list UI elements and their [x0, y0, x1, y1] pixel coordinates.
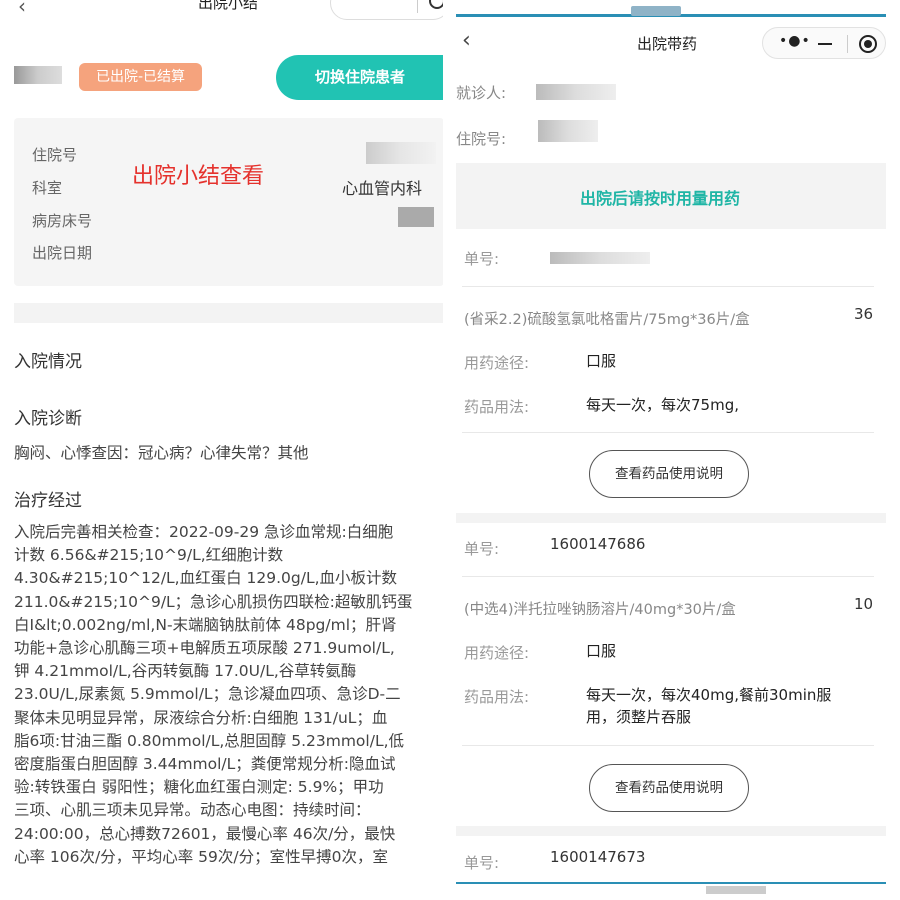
order-no-blurred — [550, 252, 650, 264]
status-badge: 已出院-已结算 — [79, 63, 202, 91]
treatment-line: 三项、心肌三项未见异常。动态心电图：持续时间： — [14, 801, 371, 820]
capsule-divider — [847, 35, 848, 53]
patient-label: 就诊人: — [456, 84, 507, 102]
more-dots-icon[interactable]: •●• — [779, 33, 811, 49]
treatment-line: 心率 106次/分，平均心率 59次/分；室性早搏0次，室 — [14, 847, 388, 866]
admission-diagnosis-heading: 入院诊断 — [14, 409, 82, 429]
usage-line: 每天一次，每次40mg,餐前30min服 — [586, 686, 832, 704]
treatment-line: 验:转铁蛋白 弱阳性；糖化血红蛋白测定: 5.9%；甲功 — [14, 778, 384, 797]
admission-situation-heading: 入院情况 — [14, 352, 82, 372]
mini-program-capsule[interactable] — [330, 0, 443, 20]
treatment-line: 23.0U/L,尿素氮 5.9mmol/L；急诊凝血四项、急诊D-二 — [14, 685, 401, 704]
bed-no-blurred — [398, 207, 434, 227]
drug-quantity: 10 — [854, 595, 874, 613]
discharge-medication-panel: ‹ 出院带药 •●• 就诊人: 住院号: 出院后请按时用量用药 单号: (省采2… — [456, 0, 900, 900]
inpatient-no-blurred — [538, 120, 598, 142]
close-circle-icon[interactable] — [429, 0, 443, 9]
treatment-line: 入院后完善相关检查：2022-09-29 急诊血常规:白细胞 — [14, 523, 394, 541]
bottom-status-mark — [706, 886, 766, 894]
admission-info-card: 住院号 科室 病房床号 出院日期 出院小结查看 心血管内科 — [14, 118, 443, 286]
usage-label: 药品用法: — [464, 398, 530, 416]
drug-name: (中选4)泮托拉唑钠肠溶片/40mg*30片/盒 — [464, 602, 736, 618]
capsule-divider — [417, 0, 418, 13]
order-no-value: 1600147686 — [550, 535, 646, 553]
treatment-line: 脂6项:甘油三酯 0.80mmol/L,总胆固醇 5.23mmol/L,低 — [14, 731, 405, 750]
left-nav-bar: ‹ 出院小结 — [0, 0, 443, 28]
mini-program-capsule[interactable]: •●• — [762, 27, 886, 59]
usage-value: 每天一次，每次40mg,餐前30min服 用，须整片吞服 — [586, 684, 831, 728]
discharge-summary-panel: ‹ 出院小结 已出院-已结算 切换住院患者 住院号 科室 病房床号 出院日期 出… — [0, 0, 443, 900]
view-instructions-button[interactable]: 查看药品使用说明 — [589, 450, 749, 498]
minimize-icon[interactable] — [818, 43, 832, 45]
divider-line — [462, 432, 874, 433]
treatment-line: 密度脂蛋白胆固醇 3.44mmol/L；粪便常规分析:隐血试 — [14, 755, 396, 774]
treatment-line: 功能+急诊心肌酶三项+电解质五项尿酸 271.9umol/L, — [14, 639, 395, 658]
treatment-line: 计数 6.56&#215;10^9/L,红细胞计数 — [14, 546, 284, 565]
order-no-label: 单号: — [464, 540, 500, 558]
treatment-line: 聚体未见明显异常，尿液综合分析:白细胞 131/uL；血 — [14, 708, 388, 727]
treatment-heading: 治疗经过 — [14, 491, 82, 511]
treatment-text: 入院后完善相关检查：2022-09-29 急诊血常规:白细胞 计数 6.56&#… — [14, 521, 443, 869]
order-no-label: 单号: — [464, 854, 500, 872]
summary-overlay-caption: 出院小结查看 — [132, 164, 265, 189]
order-separator — [456, 513, 886, 523]
treatment-line: 24:00:00，总心搏数72601，最慢心率 46次/分，最快 — [14, 824, 396, 843]
page-title: 出院带药 — [637, 35, 698, 53]
inpatient-no-label: 住院号: — [456, 130, 507, 148]
route-label: 用药途径: — [464, 644, 530, 662]
bottom-accent-line — [456, 882, 886, 884]
back-icon[interactable]: ‹ — [18, 0, 26, 18]
treatment-line: 白Ⅰ&lt;0.002ng/ml,N-末端脑钠肽前体 48pg/ml；肝肾 — [14, 615, 397, 634]
treatment-line: 钾 4.21mmol/L,谷丙转氨酶 17.0U/L,谷草转氨酶 — [14, 662, 357, 681]
inpatient-no-blurred — [366, 142, 436, 164]
divider-line — [462, 576, 874, 577]
view-instructions-button[interactable]: 查看药品使用说明 — [589, 764, 749, 812]
back-icon[interactable]: ‹ — [462, 28, 471, 53]
medication-notice-banner: 出院后请按时用量用药 — [456, 163, 886, 229]
divider-line — [462, 286, 874, 287]
treatment-line: 211.0&#215;10^9/L；急诊心肌损伤四联检:超敏肌钙蛋 — [14, 592, 413, 611]
department-label: 科室 — [32, 179, 63, 197]
notice-text: 出院后请按时用量用药 — [580, 189, 741, 208]
patient-name-blurred — [14, 66, 62, 84]
order-no-label: 单号: — [464, 250, 500, 268]
order-separator — [456, 826, 886, 836]
patient-name-blurred — [536, 84, 616, 100]
order-no-value: 1600147673 — [550, 848, 646, 866]
inpatient-no-label: 住院号 — [32, 146, 78, 164]
ward-bed-label: 病房床号 — [32, 212, 93, 230]
top-status-mark — [631, 6, 681, 16]
close-target-icon[interactable] — [859, 35, 877, 53]
discharge-date-label: 出院日期 — [32, 244, 93, 262]
drug-quantity: 36 — [854, 305, 874, 323]
page-title: 出院小结 — [198, 0, 259, 12]
usage-line: 用，须整片吞服 — [586, 708, 692, 726]
route-value: 口服 — [586, 352, 617, 370]
drug-name: (省采2.2)硫酸氢氯吡格雷片/75mg*36片/盒 — [464, 312, 750, 328]
usage-label: 药品用法: — [464, 688, 530, 706]
usage-value: 每天一次，每次75mg, — [586, 396, 739, 414]
section-divider — [14, 303, 443, 323]
divider-line — [462, 745, 874, 746]
department-value: 心血管内科 — [342, 179, 423, 198]
switch-patient-button[interactable]: 切换住院患者 — [276, 55, 443, 100]
diagnosis-text: 胸闷、心悸查因：冠心病？心律失常？其他 — [14, 444, 309, 462]
route-value: 口服 — [586, 642, 617, 660]
treatment-line: 4.30&#215;10^12/L,血红蛋白 129.0g/L,血小板计数 — [14, 569, 398, 588]
route-label: 用药途径: — [464, 354, 530, 372]
